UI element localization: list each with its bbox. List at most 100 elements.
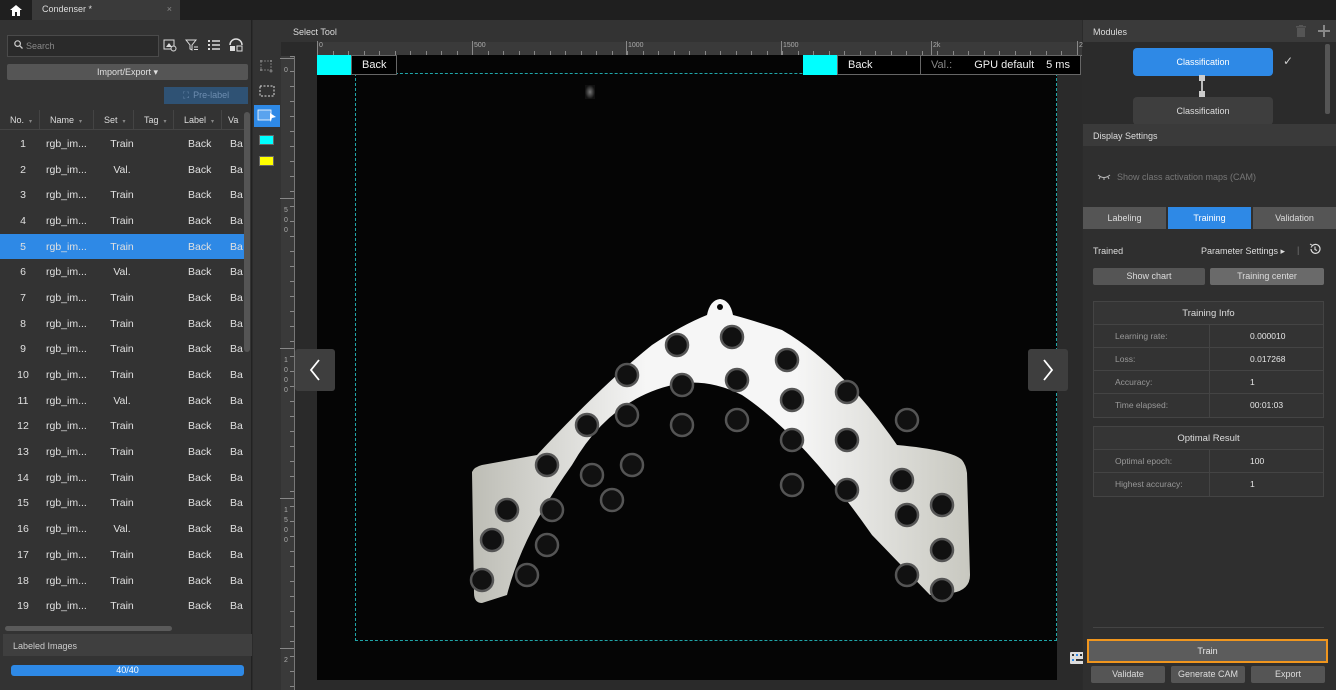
module-classification-1[interactable]: Classification: [1133, 48, 1273, 76]
cell-name: rgb_im...: [46, 497, 87, 510]
ruler-major-tick: [280, 348, 294, 349]
next-image-button[interactable]: [1028, 349, 1068, 391]
cam-toggle[interactable]: Show class activation maps (CAM): [1097, 172, 1256, 182]
cell-val: Ba: [230, 523, 243, 536]
cell-set: Val.: [113, 523, 131, 536]
pre-label-button[interactable]: ⛶ Pre-label: [164, 87, 248, 104]
export-button[interactable]: Export: [1251, 666, 1325, 683]
polygon-select-tool[interactable]: [254, 56, 280, 78]
list-icon[interactable]: [207, 38, 221, 52]
modules-header: Modules: [1083, 20, 1336, 42]
training-center-button[interactable]: Training center: [1210, 268, 1324, 285]
parameter-settings-link[interactable]: Parameter Settings ▸: [1201, 246, 1285, 257]
ruler-label: 1000: [284, 357, 288, 394]
ruler-label: 1000: [628, 42, 644, 49]
previous-image-button[interactable]: [295, 349, 335, 391]
info-value: 0.017268: [1250, 354, 1286, 364]
part-hole: [599, 487, 625, 513]
cell-set: Train: [110, 574, 134, 587]
image-canvas[interactable]: [317, 55, 1096, 680]
filter-icon[interactable]: [184, 38, 199, 52]
cell-label: Back: [188, 420, 212, 433]
info-value: 00:01:03: [1250, 400, 1284, 410]
table-horizontal-scrollbar[interactable]: [5, 626, 172, 631]
cell-val: Ba: [230, 137, 243, 150]
tab-training[interactable]: Training: [1168, 207, 1251, 229]
table-row[interactable]: 5 rgb_im... Train Back Ba: [0, 233, 244, 260]
ruler-label: 2k: [933, 42, 941, 49]
cell-no: 17: [17, 548, 29, 561]
table-row[interactable]: 2 rgb_im... Val. Back Ba: [0, 157, 244, 183]
image-settings-icon[interactable]: [163, 38, 177, 52]
ruler-tick: [290, 491, 294, 492]
label-color-yellow[interactable]: [259, 156, 274, 166]
tab-labeling[interactable]: Labeling: [1083, 207, 1166, 229]
ruler-tick: [290, 221, 294, 222]
table-row[interactable]: 13 rgb_im... Train Back Ba: [0, 439, 244, 465]
table-row[interactable]: 10 rgb_im... Train Back Ba: [0, 362, 244, 388]
table-row[interactable]: 4 rgb_im... Train Back Ba: [0, 208, 244, 234]
train-button[interactable]: Train: [1087, 639, 1328, 663]
validate-button[interactable]: Validate: [1091, 666, 1165, 683]
ruler-tick: [290, 191, 294, 192]
cell-set: Train: [110, 471, 134, 484]
table-row[interactable]: 15 rgb_im... Train Back Ba: [0, 491, 244, 517]
table-row[interactable]: 7 rgb_im... Train Back Ba: [0, 285, 244, 311]
column-tag[interactable]: Tag ▾: [134, 110, 174, 130]
table-row[interactable]: 9 rgb_im... Train Back Ba: [0, 337, 244, 363]
cell-no: 14: [17, 471, 29, 484]
layout-icon[interactable]: [229, 38, 243, 52]
column-no[interactable]: No. ▾: [0, 110, 40, 130]
tab-validation[interactable]: Validation: [1253, 207, 1336, 229]
home-button[interactable]: [4, 2, 28, 18]
part-hole: [619, 452, 645, 478]
table-vertical-scrollbar[interactable]: [244, 112, 250, 352]
right-panel: Modules Classification ✓ Classification …: [1083, 20, 1336, 690]
rect-select-tool[interactable]: [254, 80, 280, 102]
column-val[interactable]: Va: [222, 110, 244, 130]
generate-cam-button[interactable]: Generate CAM: [1171, 666, 1245, 683]
label-color-cyan[interactable]: [259, 135, 274, 145]
cell-no: 5: [20, 240, 26, 253]
cell-name: rgb_im...: [46, 523, 87, 536]
cell-label: Back: [188, 240, 212, 253]
tab-condenser[interactable]: Condenser * ×: [32, 0, 180, 20]
ruler-label: 1500: [284, 507, 288, 544]
module-classification-2[interactable]: Classification: [1133, 97, 1273, 125]
column-name[interactable]: Name ▾: [40, 110, 94, 130]
table-row[interactable]: 8 rgb_im... Train Back Ba: [0, 311, 244, 337]
cell-label: Back: [188, 471, 212, 484]
cell-set: Train: [110, 317, 134, 330]
cam-label: Show class activation maps (CAM): [1117, 172, 1257, 182]
column-label[interactable]: Label ▾: [174, 110, 222, 130]
close-icon[interactable]: ×: [167, 4, 172, 14]
column-set[interactable]: Set ▾: [94, 110, 134, 130]
part-hole: [719, 324, 745, 350]
table-row[interactable]: 18 rgb_im... Train Back Ba: [0, 568, 244, 594]
table-row[interactable]: 12 rgb_im... Train Back Ba: [0, 414, 244, 440]
cell-val: Ba: [230, 548, 243, 561]
part-hole: [534, 452, 560, 478]
table-row[interactable]: 17 rgb_im... Train Back Ba: [0, 542, 244, 568]
table-row[interactable]: 16 rgb_im... Val. Back Ba: [0, 516, 244, 542]
chevron-left-icon: [309, 359, 320, 381]
ruler-tick: [290, 566, 294, 567]
part-hole: [894, 502, 920, 528]
trash-icon[interactable]: [1296, 25, 1306, 37]
table-row[interactable]: 3 rgb_im... Train Back Ba: [0, 182, 244, 208]
add-icon[interactable]: [1318, 25, 1330, 37]
table-row[interactable]: 11 rgb_im... Val. Back Ba: [0, 388, 244, 414]
table-row[interactable]: 19 rgb_im... Train Back Ba: [0, 593, 244, 619]
search-input[interactable]: Search: [7, 35, 159, 57]
import-export-button[interactable]: Import/Export ▾: [7, 64, 248, 80]
cell-name: rgb_im...: [46, 240, 87, 253]
table-row[interactable]: 6 rgb_im... Val. Back Ba: [0, 259, 244, 285]
cell-set: Train: [110, 446, 134, 459]
table-row[interactable]: 1 rgb_im... Train Back Ba: [0, 131, 244, 157]
cell-name: rgb_im...: [46, 574, 87, 587]
table-row[interactable]: 14 rgb_im... Train Back Ba: [0, 465, 244, 491]
show-chart-button[interactable]: Show chart: [1093, 268, 1205, 285]
modules-scrollbar[interactable]: [1325, 44, 1330, 114]
history-icon[interactable]: [1309, 243, 1321, 255]
select-tool[interactable]: [254, 105, 280, 127]
